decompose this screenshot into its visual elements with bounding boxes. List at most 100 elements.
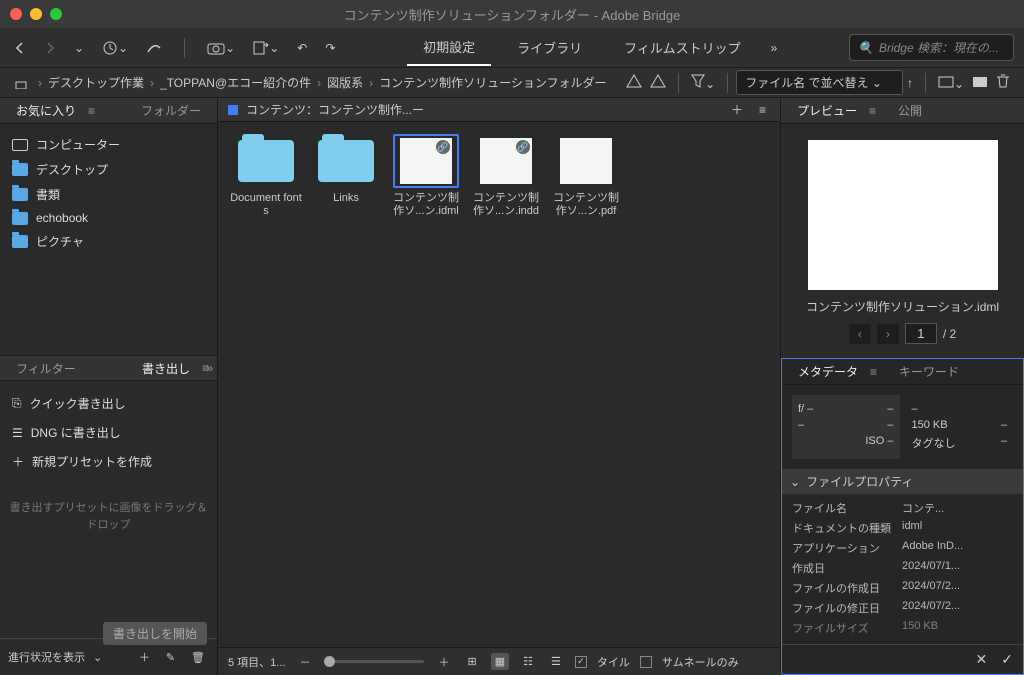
computer-icon bbox=[12, 139, 28, 151]
content-panel-header: コンテンツ：コンテンツ制作...ー ＋ ≡ bbox=[218, 98, 780, 122]
content-path-label: コンテンツ：コンテンツ制作...ー bbox=[246, 101, 424, 118]
search-input[interactable]: 🔍 Bridge 検索：現在の... bbox=[849, 34, 1014, 61]
collapse-icon[interactable]: » bbox=[206, 361, 213, 375]
edit-icon[interactable]: ✎ bbox=[162, 647, 179, 668]
disclosure-down-icon: ⌄ bbox=[790, 475, 800, 489]
file-item-idml[interactable]: 🔗 コンテンツ制作ソ...ン.idml bbox=[390, 134, 462, 218]
tile-checkbox[interactable]: ✓ bbox=[575, 656, 587, 668]
window-close-button[interactable] bbox=[10, 8, 22, 20]
file-properties-section-header[interactable]: ⌄ ファイルプロパティ bbox=[782, 469, 1023, 494]
nav-back-icon[interactable] bbox=[10, 38, 30, 58]
favorites-computer[interactable]: コンピューター bbox=[8, 132, 209, 157]
panel-menu-icon[interactable]: ≡ bbox=[88, 104, 95, 118]
nav-forward-icon[interactable] bbox=[40, 38, 60, 58]
page-total-label: / 2 bbox=[943, 327, 956, 341]
folder-item[interactable]: Document fonts bbox=[230, 134, 302, 218]
boomerang-icon[interactable] bbox=[142, 36, 166, 60]
workspace-filmstrip-tab[interactable]: フィルムストリップ bbox=[608, 30, 756, 65]
window-zoom-button[interactable] bbox=[50, 8, 62, 20]
breadcrumb-2[interactable]: _TOPPAN@エコー紹介の件 bbox=[160, 74, 311, 91]
favorites-echobook[interactable]: echobook bbox=[8, 207, 209, 229]
view-details-icon[interactable]: ☷ bbox=[519, 653, 537, 670]
export-hint: 書き出すプリセットに画像をドラッグ＆ドロップ bbox=[8, 500, 209, 533]
favorites-documents[interactable]: 書類 bbox=[8, 182, 209, 207]
new-preset-button[interactable]: ＋新規プリセットを作成 bbox=[8, 447, 209, 476]
add-icon[interactable]: ＋ bbox=[135, 645, 154, 669]
search-placeholder: Bridge 検索：現在の... bbox=[879, 39, 999, 56]
panel-menu-icon[interactable]: ≡ bbox=[870, 365, 877, 379]
view-list-icon[interactable]: ☰ bbox=[547, 653, 565, 670]
open-recent-icon[interactable]: ⌄ bbox=[934, 70, 968, 95]
view-grid-icon[interactable]: ▦ bbox=[491, 653, 509, 670]
workspace-libraries-tab[interactable]: ライブラリ bbox=[501, 30, 598, 65]
start-export-button[interactable]: 書き出しを開始 bbox=[103, 622, 207, 638]
preview-panel-tab[interactable]: プレビュー bbox=[789, 98, 865, 123]
publish-panel-tab[interactable]: 公開 bbox=[890, 98, 930, 123]
page-next-icon[interactable]: › bbox=[877, 324, 899, 344]
page-prev-icon[interactable]: ‹ bbox=[849, 324, 871, 344]
chevron-down-icon[interactable]: ⌄ bbox=[70, 37, 88, 59]
list-icon: ☰ bbox=[12, 426, 23, 440]
quick-export-button[interactable]: ⎘クイック書き出し bbox=[8, 389, 209, 418]
folder-item[interactable]: Links bbox=[310, 134, 382, 218]
toolbar: ⌄ ⌄ ⌄ ⌄ ↶ ↷ 初期設定 ライブラリ フィルムストリップ » 🔍 Bri… bbox=[0, 28, 1024, 68]
camera-import-icon[interactable]: ⌄ bbox=[203, 37, 239, 59]
metadata-cancel-icon[interactable]: ✕ bbox=[976, 651, 988, 668]
window-minimize-button[interactable] bbox=[30, 8, 42, 20]
document-thumb: 🔗 bbox=[480, 138, 532, 184]
sort-direction-icon[interactable]: ↑ bbox=[903, 72, 917, 94]
favorites-desktop[interactable]: デスクトップ bbox=[8, 157, 209, 182]
document-thumb: 🔗 bbox=[400, 138, 452, 184]
output-icon[interactable]: ⌄ bbox=[249, 37, 283, 59]
dng-export-button[interactable]: ☰DNG に書き出し bbox=[8, 418, 209, 447]
panel-menu-icon[interactable]: ≡ bbox=[869, 104, 876, 118]
panel-menu-icon[interactable]: ≡ bbox=[755, 99, 770, 121]
filter-panel-tab[interactable]: フィルター bbox=[8, 356, 84, 381]
folders-panel-tab[interactable]: フォルダー bbox=[133, 98, 209, 123]
keywords-panel-tab[interactable]: キーワード bbox=[891, 359, 967, 384]
window-title: コンテンツ制作ソリューションフォルダー - Adobe Bridge bbox=[344, 5, 681, 24]
breadcrumb-1[interactable]: デスクトップ作業 bbox=[48, 74, 144, 91]
view-lock-icon[interactable]: ⊞ bbox=[463, 653, 480, 670]
metadata-apply-icon[interactable]: ✓ bbox=[1001, 651, 1013, 668]
breadcrumb-3[interactable]: 図版系 bbox=[327, 74, 363, 91]
link-badge-icon: 🔗 bbox=[436, 140, 450, 154]
sort-dropdown[interactable]: ファイル名 で並べ替え ⌄ bbox=[736, 70, 903, 95]
content-marker-icon bbox=[228, 105, 238, 115]
folder-icon bbox=[318, 140, 374, 182]
new-folder-icon[interactable] bbox=[968, 70, 992, 95]
trash-icon[interactable] bbox=[992, 70, 1014, 95]
page-input[interactable] bbox=[905, 323, 937, 344]
link-badge-icon: 🔗 bbox=[516, 140, 530, 154]
recent-icon[interactable]: ⌄ bbox=[98, 36, 132, 60]
favorites-panel-tab[interactable]: お気に入り bbox=[8, 98, 84, 123]
file-item-pdf[interactable]: コンテンツ制作ソ...ン.pdf bbox=[550, 134, 622, 218]
file-item-indd[interactable]: 🔗 コンテンツ制作ソ...ン.indd bbox=[470, 134, 542, 218]
folder-icon bbox=[12, 163, 28, 176]
thumbnail-size-slider[interactable] bbox=[324, 660, 424, 663]
rating-filter-2-icon[interactable] bbox=[646, 70, 670, 95]
export-icon: ⎘ bbox=[12, 396, 22, 411]
zoom-in-icon[interactable]: ＋ bbox=[434, 652, 453, 672]
workspace-overflow-icon[interactable]: » bbox=[767, 37, 782, 59]
export-panel-tab[interactable]: 書き出し bbox=[134, 356, 198, 381]
preview-thumbnail bbox=[808, 140, 998, 290]
workspace-essentials-tab[interactable]: 初期設定 bbox=[407, 29, 491, 66]
folder-icon bbox=[12, 212, 28, 225]
zoom-out-icon[interactable]: － bbox=[295, 652, 314, 672]
delete-icon[interactable]: 🗑 bbox=[187, 647, 209, 668]
progress-label[interactable]: 進行状況を表示 bbox=[8, 649, 85, 665]
add-tab-icon[interactable]: ＋ bbox=[727, 97, 747, 122]
thumbnail-only-checkbox[interactable] bbox=[640, 656, 652, 668]
home-icon[interactable] bbox=[10, 73, 32, 93]
progress-expand-icon[interactable]: ⌄ bbox=[93, 651, 102, 664]
filter-funnel-icon[interactable]: ⌄ bbox=[687, 70, 719, 95]
rotate-ccw-icon[interactable]: ↶ bbox=[293, 37, 311, 59]
favorites-pictures[interactable]: ピクチャ bbox=[8, 229, 209, 254]
breadcrumb-4[interactable]: コンテンツ制作ソリューションフォルダー bbox=[379, 74, 606, 91]
metadata-panel-tab[interactable]: メタデータ bbox=[790, 359, 866, 384]
item-count-label: 5 項目、1... bbox=[228, 654, 285, 670]
rating-filter-icon[interactable] bbox=[622, 70, 646, 95]
search-icon: 🔍 bbox=[858, 41, 873, 55]
rotate-cw-icon[interactable]: ↷ bbox=[321, 37, 339, 59]
